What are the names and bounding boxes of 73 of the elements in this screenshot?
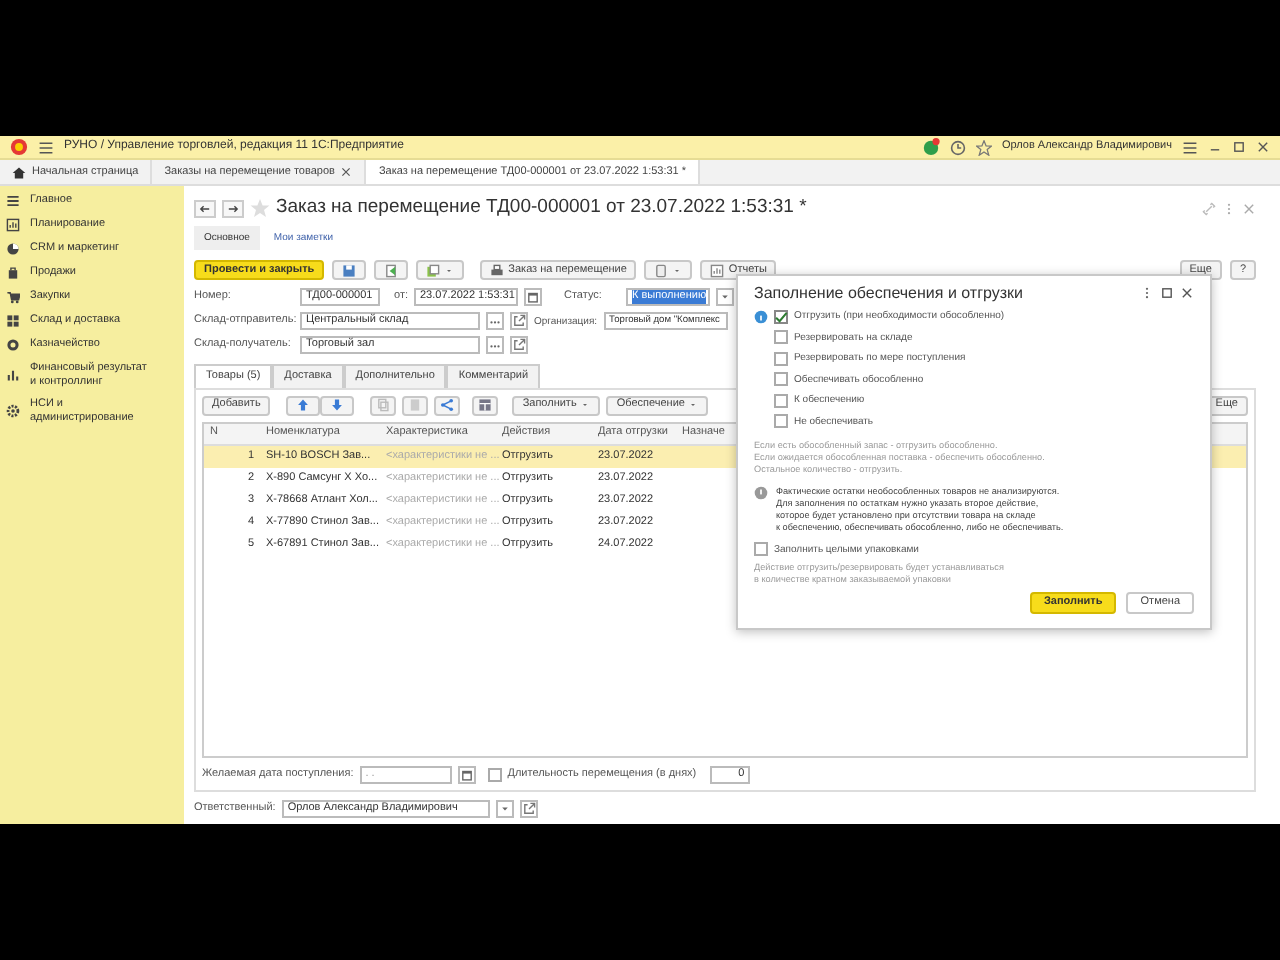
checkbox[interactable]	[774, 351, 788, 366]
dropdown-button[interactable]	[716, 288, 734, 306]
dropdown-icon	[718, 290, 732, 304]
checkbox[interactable]	[774, 414, 788, 429]
up-arrow-icon	[296, 398, 311, 413]
create-button[interactable]	[416, 260, 465, 280]
logo-icon[interactable]	[10, 138, 28, 156]
dialog-title: Заполнение обеспечения и отгрузки	[754, 284, 1025, 304]
back-button[interactable]	[194, 199, 216, 217]
menu-icon[interactable]	[1182, 139, 1198, 155]
open-button[interactable]	[510, 336, 528, 354]
save-icon	[342, 263, 357, 277]
checkbox[interactable]	[774, 372, 788, 387]
pie-icon	[6, 242, 20, 256]
cart-icon	[6, 290, 20, 304]
report-icon	[710, 263, 725, 277]
checkbox[interactable]	[774, 393, 788, 408]
open-button[interactable]	[519, 799, 538, 818]
bag-icon	[6, 266, 20, 280]
save-button[interactable]	[332, 260, 367, 280]
checkbox[interactable]	[774, 309, 788, 324]
calendar-button[interactable]	[457, 765, 476, 784]
check-icon	[774, 309, 788, 324]
checkbox[interactable]	[487, 767, 502, 782]
paste-icon	[408, 398, 423, 413]
menu-icon	[6, 194, 20, 208]
grid-icon	[478, 398, 493, 413]
maximize-icon[interactable]	[1160, 286, 1174, 301]
chart-icon	[6, 218, 20, 232]
open-button[interactable]	[510, 312, 528, 330]
star-icon[interactable]	[975, 139, 992, 155]
gear-icon	[6, 404, 20, 419]
structure-button[interactable]	[434, 395, 461, 416]
checkbox[interactable]	[774, 330, 788, 345]
move-up-button[interactable]	[286, 395, 321, 416]
copy-icon	[376, 398, 391, 413]
open-icon	[521, 801, 536, 816]
document-title: Заказ на перемещение ТД00-000001 от 23.07.2022 1:53:31 *	[276, 196, 807, 220]
bar-chart-icon	[6, 368, 20, 383]
close-icon[interactable]	[1256, 140, 1270, 154]
back-icon	[198, 201, 212, 215]
open-icon	[512, 314, 526, 328]
forward-button[interactable]	[222, 199, 244, 217]
menu-icon[interactable]	[38, 139, 54, 155]
checkbox[interactable]	[754, 542, 768, 557]
table-settings-button[interactable]	[472, 395, 499, 416]
documents-icon	[426, 263, 441, 277]
star-icon[interactable]	[250, 198, 270, 218]
tree-icon	[440, 398, 455, 413]
more-icon[interactable]	[1140, 286, 1154, 301]
close-icon[interactable]	[340, 166, 353, 178]
printer-icon	[490, 263, 505, 277]
coin-icon	[6, 338, 20, 352]
post-button[interactable]	[374, 260, 409, 280]
calendar-button[interactable]	[524, 288, 542, 306]
select-button[interactable]	[486, 312, 504, 330]
calendar-icon	[526, 290, 540, 304]
warning-icon	[754, 486, 768, 501]
history-icon[interactable]	[949, 139, 966, 155]
clipboard-button[interactable]	[644, 260, 693, 280]
grid-icon	[6, 314, 20, 328]
open-icon	[512, 338, 526, 352]
move-down-button[interactable]	[320, 395, 355, 416]
document-icon	[384, 263, 399, 277]
maximize-icon[interactable]	[1232, 140, 1246, 154]
home-icon	[12, 165, 26, 179]
close-icon[interactable]	[1180, 286, 1194, 301]
down-arrow-icon	[330, 398, 345, 413]
select-button[interactable]	[486, 336, 504, 354]
info-icon[interactable]	[754, 309, 768, 324]
dropdown-button[interactable]	[495, 799, 514, 818]
calendar-icon	[459, 767, 474, 782]
forward-icon	[226, 201, 240, 215]
